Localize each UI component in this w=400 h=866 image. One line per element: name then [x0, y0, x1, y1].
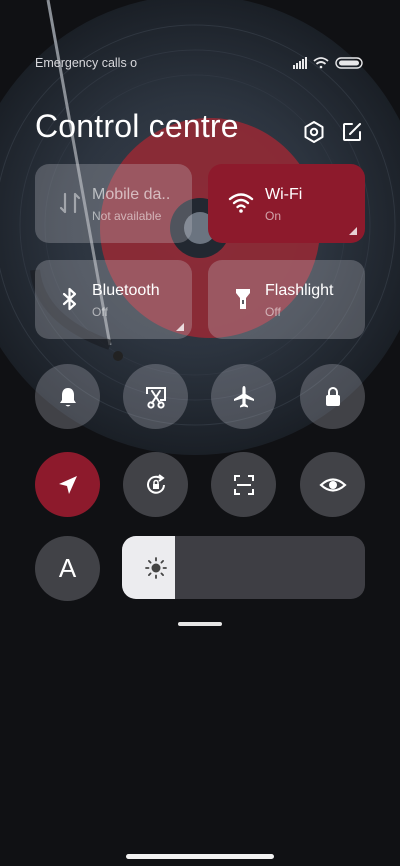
expand-corner-icon[interactable] — [349, 227, 357, 235]
expand-corner-icon[interactable] — [176, 323, 184, 331]
toggle-lock-screen[interactable] — [300, 364, 365, 429]
eye-icon — [318, 477, 347, 492]
screenshot-icon — [145, 386, 166, 409]
wifi-icon — [228, 193, 254, 213]
home-indicator[interactable] — [126, 854, 274, 859]
toggle-rotation-lock[interactable] — [123, 452, 188, 517]
toggle-location[interactable] — [35, 452, 100, 517]
font-size-button[interactable]: A — [35, 536, 100, 601]
tile-status: Off — [265, 305, 281, 319]
edit-icon[interactable] — [340, 120, 364, 144]
toggle-screenshot[interactable] — [123, 364, 188, 429]
tile-label: Mobile da.. — [92, 186, 171, 203]
flashlight-icon — [236, 289, 250, 309]
gear-icon[interactable] — [302, 120, 326, 144]
tile-flashlight[interactable]: Flashlight Off — [208, 260, 365, 339]
status-bar: Emergency calls o — [35, 56, 365, 72]
tile-wifi[interactable]: Wi-Fi On — [208, 164, 365, 243]
tile-label: Flashlight — [265, 282, 334, 299]
toggle-reading-mode[interactable] — [300, 452, 365, 517]
bluetooth-icon — [62, 287, 77, 311]
tile-status: On — [265, 209, 282, 223]
carrier-text: Emergency calls o — [35, 56, 138, 70]
tile-label: Bluetooth — [92, 282, 160, 299]
toggle-airplane[interactable] — [211, 364, 276, 429]
tile-label: Wi-Fi — [265, 186, 303, 203]
rotation-lock-icon — [146, 473, 165, 494]
airplane-icon — [233, 385, 254, 407]
page-title: Control centre — [35, 108, 239, 144]
toggle-scanner[interactable] — [211, 452, 276, 517]
scan-icon — [233, 474, 254, 495]
panel-drag-handle[interactable] — [178, 622, 222, 626]
wifi-icon — [313, 57, 329, 69]
location-icon — [58, 475, 77, 494]
toggle-silent[interactable] — [35, 364, 100, 429]
lock-icon — [325, 386, 340, 406]
tile-status: Not available — [92, 209, 162, 223]
brightness-slider[interactable] — [122, 536, 365, 599]
mobile-data-icon — [59, 192, 81, 214]
battery-icon — [335, 57, 363, 69]
bell-icon — [59, 387, 76, 406]
font-button-label: A — [58, 553, 77, 583]
tile-mobile-data[interactable]: Mobile da.. Not available — [35, 164, 192, 243]
status-icons — [293, 56, 365, 72]
tile-bluetooth[interactable]: Bluetooth Off — [35, 260, 192, 339]
signal-icon — [293, 57, 307, 69]
sun-icon — [145, 557, 167, 579]
tile-status: Off — [92, 305, 108, 319]
